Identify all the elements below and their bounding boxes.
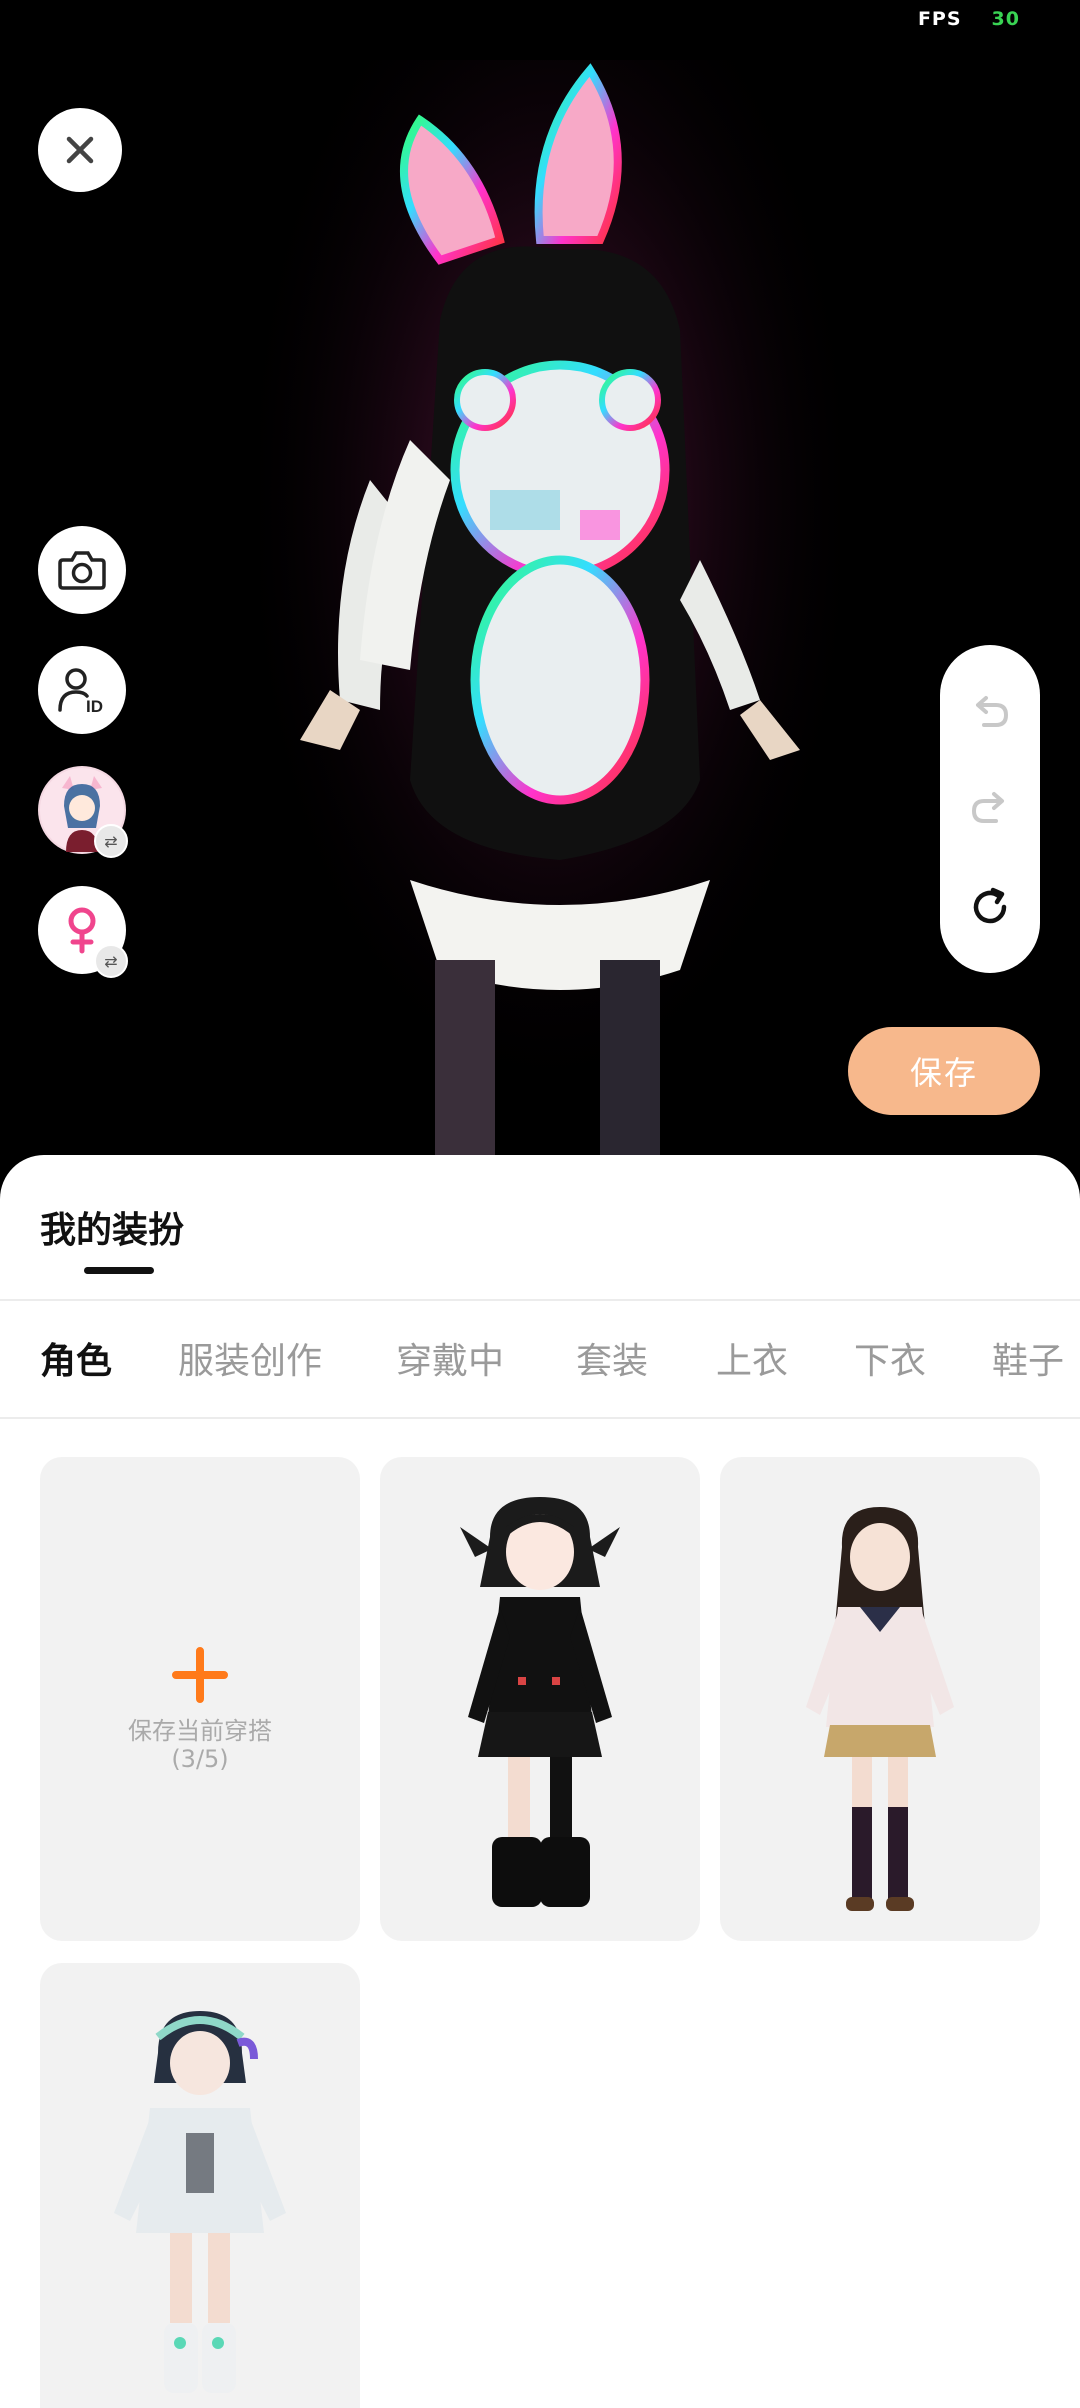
tab-shoes[interactable]: 鞋子	[992, 1332, 1064, 1384]
tab-outfit-creation[interactable]: 服装创作	[178, 1332, 322, 1384]
swap-icon: ⇄	[94, 824, 128, 858]
outfit-bottom-sheet: 我的装扮 角色 服装创作 穿戴中 套装 上衣 下衣 鞋子 保存当前穿搭 (3/5…	[0, 1155, 1080, 2408]
undo-icon[interactable]	[966, 689, 1014, 737]
gender-switch-button[interactable]: ⇄	[38, 886, 128, 978]
redo-icon[interactable]	[966, 785, 1014, 833]
tab-sets[interactable]: 套装	[576, 1332, 648, 1384]
fps-value: 30	[991, 8, 1020, 30]
save-button[interactable]: 保存	[848, 1027, 1040, 1115]
avatar-character-render	[260, 60, 840, 1170]
sheet-title: 我的装扮	[40, 1210, 185, 1251]
outfit-card[interactable]	[380, 1457, 700, 1941]
avatar-viewport[interactable]: FPS 30 ID ⇄ ⇄ 保存	[0, 0, 1080, 1170]
save-outfit-count: (3/5)	[171, 1745, 229, 1773]
tab-bottoms[interactable]: 下衣	[854, 1332, 926, 1384]
reset-icon[interactable]	[966, 883, 1014, 931]
camera-icon	[58, 551, 106, 590]
fps-counter: FPS 30	[918, 8, 1020, 30]
close-button[interactable]	[38, 108, 122, 192]
divider	[0, 1417, 1080, 1419]
profile-id-button[interactable]: ID	[38, 646, 126, 734]
outfit-card[interactable]	[40, 1963, 360, 2408]
plus-icon	[172, 1647, 228, 1703]
close-icon	[66, 136, 94, 164]
profile-id-icon: ID	[58, 668, 103, 716]
svg-text:ID: ID	[86, 697, 103, 716]
outfit-thumbnail	[460, 1497, 620, 1907]
outfit-thumbnail	[114, 2011, 286, 2393]
category-tabs: 角色 服装创作 穿戴中 套装 上衣 下衣 鞋子	[0, 1300, 1080, 1412]
tab-tops[interactable]: 上衣	[716, 1332, 788, 1384]
female-gender-icon	[68, 907, 96, 954]
avatar-swap-button[interactable]: ⇄	[38, 766, 128, 858]
title-underline	[84, 1267, 154, 1274]
camera-button[interactable]	[38, 526, 126, 614]
fps-label: FPS	[917, 8, 962, 30]
save-current-outfit-card[interactable]: 保存当前穿搭 (3/5)	[40, 1457, 360, 1941]
history-controls	[940, 645, 1040, 973]
save-outfit-label: 保存当前穿搭	[128, 1717, 272, 1745]
tab-wearing[interactable]: 穿戴中	[396, 1332, 504, 1384]
tab-character[interactable]: 角色	[40, 1332, 112, 1384]
outfit-card[interactable]	[720, 1457, 1040, 1941]
swap-icon: ⇄	[94, 944, 128, 978]
outfit-thumbnail	[806, 1507, 954, 1911]
